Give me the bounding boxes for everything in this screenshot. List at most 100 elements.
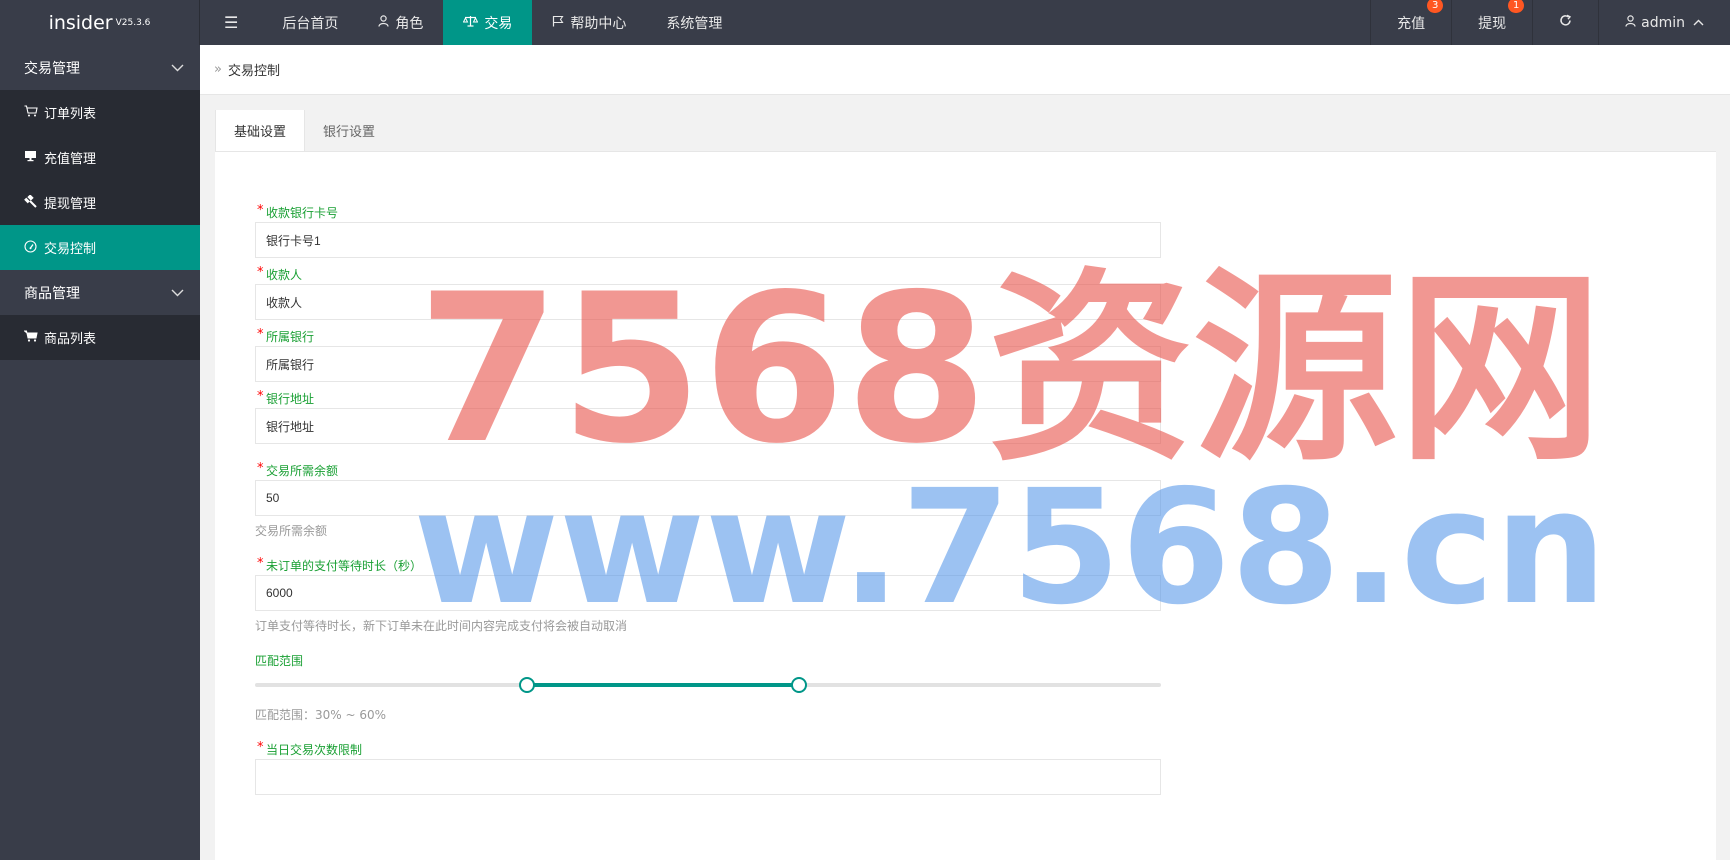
field-pay-wait: *未订单的支付等待时长（秒） 订单支付等待时长，新下订单未在此时间内容完成支付将… (255, 556, 1161, 634)
sidebar-item-label: 交易控制 (44, 242, 97, 257)
min-balance-input[interactable] (255, 480, 1161, 516)
sidebar-item-label: 充值管理 (44, 152, 97, 167)
recharge-label: 充值 (1397, 15, 1426, 32)
sidebar-item-label: 提现管理 (44, 197, 97, 212)
sidebar: 交易管理 订单列表 充值管理 提现管理 交易控制 商品管理 商品列表 (0, 45, 200, 860)
tab-bar: 基础设置 银行设置 (215, 110, 1716, 152)
dashboard-icon (24, 239, 42, 256)
recharge-link[interactable]: 充值 3 (1370, 0, 1451, 45)
monitor-icon (24, 150, 42, 165)
top-navbar: insider V25.3.6 ☰ 后台首页 角色 交易 帮助中心 系统管理 充… (0, 0, 1730, 45)
topnav-item-label: 帮助中心 (570, 15, 627, 32)
required-mark: * (257, 327, 264, 342)
field-label: 当日交易次数限制 (266, 743, 363, 757)
topnav-item-label: 系统管理 (666, 15, 723, 32)
field-payee: * 收款人 (255, 265, 1161, 320)
required-mark: * (257, 389, 264, 404)
pay-wait-input[interactable] (255, 575, 1161, 611)
balance-scale-icon (463, 15, 479, 31)
sidebar-item-withdraw[interactable]: 提现管理 (0, 180, 200, 225)
field-label: 收款人 (266, 268, 303, 282)
topnav-item-label: 角色 (395, 15, 424, 32)
withdraw-link[interactable]: 提现 1 (1451, 0, 1532, 45)
app-name: insider (48, 11, 113, 34)
app-logo[interactable]: insider V25.3.6 (0, 0, 200, 45)
required-mark: * (257, 265, 264, 280)
field-label: 所属银行 (266, 330, 315, 344)
required-mark: * (257, 461, 264, 476)
sidebar-item-goods-list[interactable]: 商品列表 (0, 315, 200, 360)
field-label: 未订单的支付等待时长（秒） (266, 559, 423, 573)
bank-card-input[interactable] (255, 222, 1161, 258)
user-name: admin (1641, 14, 1685, 31)
tab-basic-settings[interactable]: 基础设置 (215, 110, 306, 151)
breadcrumb: » 交易控制 (200, 45, 1730, 95)
cart-icon (24, 105, 42, 120)
chevron-down-icon (171, 61, 184, 75)
topnav-item-help[interactable]: 帮助中心 (532, 0, 646, 45)
topnav-item-trade[interactable]: 交易 (443, 0, 533, 45)
match-range-slider[interactable] (255, 670, 1161, 700)
bank-address-input[interactable] (255, 408, 1161, 444)
tab-bank-settings[interactable]: 银行设置 (305, 110, 393, 151)
flag-icon (552, 15, 564, 31)
field-daily-limit: * 当日交易次数限制 (255, 740, 1161, 795)
field-label: 匹配范围 (255, 654, 304, 668)
menu-toggle-icon: ☰ (224, 13, 239, 32)
daily-limit-input[interactable] (255, 759, 1161, 795)
topnav-item-home[interactable]: 后台首页 (262, 0, 358, 45)
user-menu[interactable]: admin (1598, 0, 1730, 45)
sidebar-group-label: 交易管理 (24, 60, 80, 77)
menu-toggle-button[interactable]: ☰ (200, 0, 262, 45)
withdraw-label: 提现 (1478, 15, 1507, 32)
topnav-item-label: 交易 (484, 15, 513, 32)
field-bank: * 所属银行 (255, 327, 1161, 382)
field-bank-card: * 收款银行卡号 (255, 203, 1161, 258)
breadcrumb-current: 交易控制 (227, 64, 280, 79)
user-icon (1625, 14, 1636, 31)
user-icon (378, 14, 389, 31)
sidebar-item-recharge[interactable]: 充值管理 (0, 135, 200, 180)
sidebar-item-label: 订单列表 (44, 107, 97, 122)
double-chevron-icon: » (214, 62, 222, 77)
chevron-up-icon (1693, 16, 1704, 29)
topnav-item-role[interactable]: 角色 (358, 0, 443, 45)
bank-input[interactable] (255, 346, 1161, 382)
field-label: 交易所需余额 (266, 464, 339, 478)
gavel-icon (24, 193, 42, 211)
field-min-balance: *交易所需余额 交易所需余额 (255, 461, 1161, 539)
chevron-down-icon (171, 286, 184, 300)
field-hint: 匹配范围：30% ~ 60% (255, 708, 387, 722)
sidebar-item-label: 商品列表 (44, 332, 97, 347)
topnav-item-label: 后台首页 (282, 15, 339, 32)
required-mark: * (257, 740, 264, 755)
refresh-icon (1559, 14, 1572, 31)
recharge-badge: 3 (1427, 0, 1444, 13)
field-hint: 订单支付等待时长，新下订单未在此时间内容完成支付将会被自动取消 (255, 619, 628, 633)
sidebar-item-trade-control[interactable]: 交易控制 (0, 225, 200, 270)
field-match-range: 匹配范围 匹配范围：30% ~ 60% (255, 652, 1161, 723)
slider-handle-min[interactable] (518, 677, 535, 693)
topnav-item-system[interactable]: 系统管理 (646, 0, 742, 45)
field-label: 收款银行卡号 (266, 206, 339, 220)
field-hint: 交易所需余额 (255, 524, 328, 538)
sidebar-group-trade[interactable]: 交易管理 (0, 45, 200, 90)
cart-solid-icon (23, 330, 42, 345)
app-version: V25.3.6 (115, 17, 151, 28)
refresh-button[interactable] (1532, 0, 1598, 45)
required-mark: * (257, 203, 264, 218)
top-right-menu: 充值 3 提现 1 admin (1370, 0, 1730, 45)
sidebar-item-orders[interactable]: 订单列表 (0, 90, 200, 135)
settings-card: 基础设置 银行设置 *收款银行卡号 *收款人 *所属银行 *银行地址 *交易所需… (215, 110, 1716, 860)
field-label: 银行地址 (266, 392, 315, 406)
withdraw-badge: 1 (1508, 0, 1525, 13)
top-nav: ☰ 后台首页 角色 交易 帮助中心 系统管理 (200, 0, 1370, 45)
sidebar-group-goods[interactable]: 商品管理 (0, 270, 200, 315)
sidebar-group-label: 商品管理 (24, 285, 80, 302)
field-bank-address: * 银行地址 (255, 389, 1161, 444)
slider-handle-max[interactable] (790, 677, 807, 693)
settings-form: *收款银行卡号 *收款人 *所属银行 *银行地址 *交易所需余额 交易所需余额 … (255, 203, 1161, 803)
payee-input[interactable] (255, 284, 1161, 320)
slider-fill (526, 683, 799, 687)
required-mark: * (257, 556, 264, 571)
